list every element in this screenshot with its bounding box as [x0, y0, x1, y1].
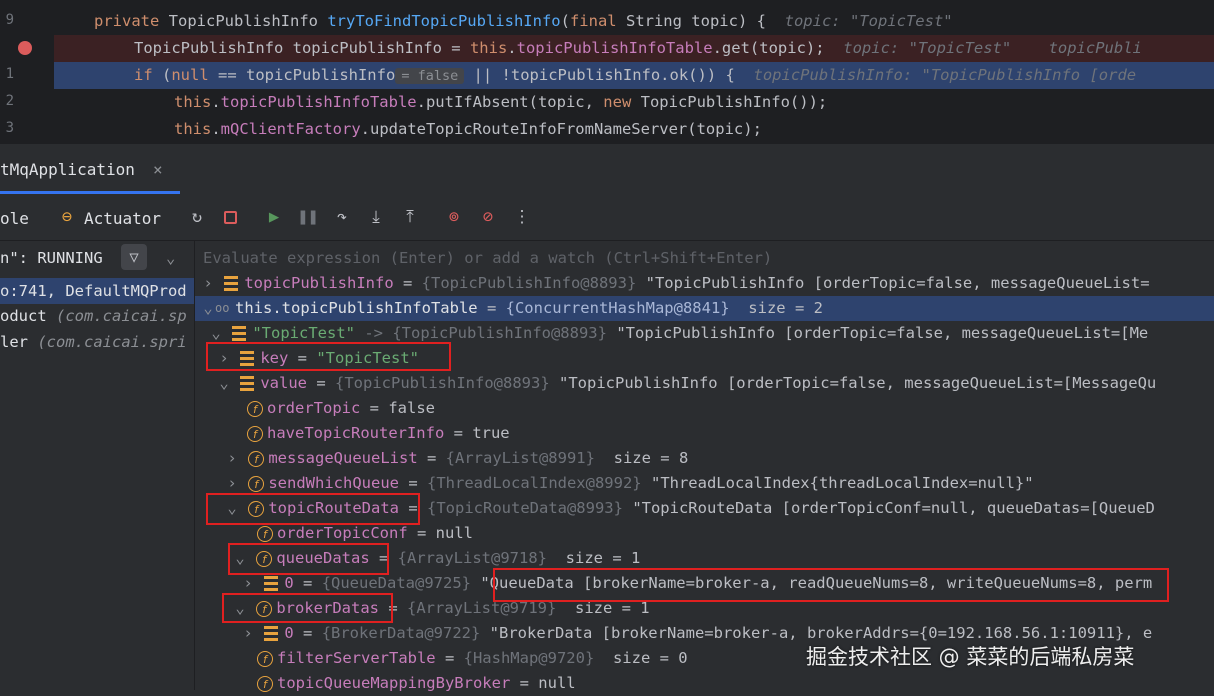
- highlight-box-key: [206, 342, 451, 371]
- variable-row[interactable]: › f messageQueueList = {ArrayList@8991} s…: [195, 446, 1214, 471]
- chevron-down-icon[interactable]: ⌄: [217, 371, 231, 396]
- step-into-icon[interactable]: ⤓: [365, 206, 387, 228]
- actuator-tab[interactable]: Actuator: [84, 208, 161, 230]
- watch-glasses-icon: oo: [215, 301, 230, 315]
- stop-icon[interactable]: [219, 206, 241, 228]
- variable-row[interactable]: › topicPublishInfo = {TopicPublishInfo@8…: [195, 271, 1214, 296]
- breakpoint-icon[interactable]: [18, 41, 32, 55]
- view-breakpoints-icon[interactable]: ⊚: [443, 206, 465, 228]
- field-icon: f: [247, 425, 263, 442]
- variable-row[interactable]: f topicQueueMappingByBroker = null: [195, 671, 1214, 696]
- step-out-icon[interactable]: ⤒: [399, 206, 421, 228]
- inline-hint: topic: "TopicTest": [843, 39, 1012, 57]
- active-tab-indicator: [0, 191, 180, 194]
- line-number: 3: [5, 120, 14, 136]
- field-icon: f: [257, 650, 273, 667]
- highlight-box-queue-data-value: [493, 568, 1169, 602]
- highlight-box-topic-route-data: [206, 493, 420, 525]
- inline-hint: topicPubli: [1048, 39, 1142, 57]
- chevron-right-icon[interactable]: ›: [241, 621, 255, 646]
- array-element-icon: [264, 575, 279, 592]
- field-icon: f: [248, 475, 265, 492]
- close-tab-icon[interactable]: ×: [153, 158, 163, 182]
- chevron-down-icon[interactable]: ⌄: [201, 296, 215, 321]
- more-options-icon[interactable]: ⋮: [511, 206, 533, 228]
- stack-frame[interactable]: o:741, DefaultMQProd: [0, 278, 194, 304]
- field-icon: [240, 375, 255, 392]
- stack-frame[interactable]: ler (com.caicai.spri: [0, 329, 194, 355]
- filter-icon[interactable]: ▽: [121, 244, 147, 270]
- watch-expression-input[interactable]: Evaluate expression (Enter) or add a wat…: [203, 246, 772, 270]
- inline-value-hint: = false: [395, 68, 465, 84]
- code-line-method-signature[interactable]: private TopicPublishInfo tryToFindTopicP…: [54, 8, 1214, 35]
- line-number: 9: [5, 12, 14, 28]
- field-icon: f: [248, 450, 265, 467]
- rerun-icon[interactable]: ↻: [186, 206, 208, 228]
- map-entry-icon: [232, 325, 247, 342]
- variable-row[interactable]: ⌄ value = {TopicPublishInfo@8893} "Topic…: [195, 371, 1214, 396]
- inline-hint: topicPublishInfo: "TopicPublishInfo [ord…: [753, 66, 1137, 84]
- chevron-right-icon[interactable]: ›: [225, 446, 239, 471]
- pause-icon[interactable]: ❚❚: [297, 206, 319, 228]
- variable-row[interactable]: ⌄ oo this.topicPublishInfoTable = {Concurr…: [195, 296, 1214, 321]
- highlight-box-broker-datas: [222, 593, 393, 623]
- field-icon: f: [247, 400, 263, 417]
- inline-hint: topic: "TopicTest": [784, 12, 953, 30]
- thread-selector[interactable]: n": RUNNING: [0, 246, 103, 270]
- code-line-current-execution[interactable]: if (null == topicPublishInfo = false || !…: [54, 62, 1214, 89]
- resume-icon[interactable]: ▶: [263, 206, 285, 228]
- chevron-right-icon[interactable]: ›: [201, 271, 215, 296]
- field-icon: f: [257, 675, 273, 692]
- code-line-put-if-absent[interactable]: this.topicPublishInfoTable.putIfAbsent(t…: [54, 89, 1214, 116]
- local-variable-icon: [224, 275, 239, 292]
- debug-toolbar: [0, 196, 1214, 241]
- code-editor[interactable]: private TopicPublishInfo tryToFindTopicP…: [0, 0, 1214, 143]
- variable-row[interactable]: f orderTopic = false: [195, 396, 1214, 421]
- stack-frame[interactable]: oduct (com.caicai.sp: [0, 303, 194, 329]
- chevron-down-icon[interactable]: ⌄: [166, 246, 175, 270]
- debug-tab-bar: [0, 143, 1214, 196]
- variable-row[interactable]: f haveTopicRouterInfo = true: [195, 421, 1214, 446]
- actuator-icon: ⊖: [61, 207, 73, 227]
- field-icon: f: [257, 525, 273, 542]
- line-number: 2: [5, 93, 14, 109]
- mute-breakpoints-icon[interactable]: ⊘: [477, 206, 499, 228]
- highlight-box-queue-datas: [228, 543, 389, 575]
- step-over-icon[interactable]: ↷: [331, 206, 353, 228]
- console-tab[interactable]: ole: [0, 208, 29, 230]
- array-element-icon: [264, 625, 279, 642]
- line-number: 1: [5, 66, 14, 82]
- debug-session-tab[interactable]: tMqApplication: [0, 158, 135, 182]
- code-line-breakpoint[interactable]: TopicPublishInfo topicPublishInfo = this…: [54, 35, 1214, 62]
- watermark: 掘金技术社区 @ 菜菜的后端私房菜: [806, 645, 1135, 669]
- code-line-update-route[interactable]: this.mQClientFactory.updateTopicRouteInf…: [54, 116, 1214, 143]
